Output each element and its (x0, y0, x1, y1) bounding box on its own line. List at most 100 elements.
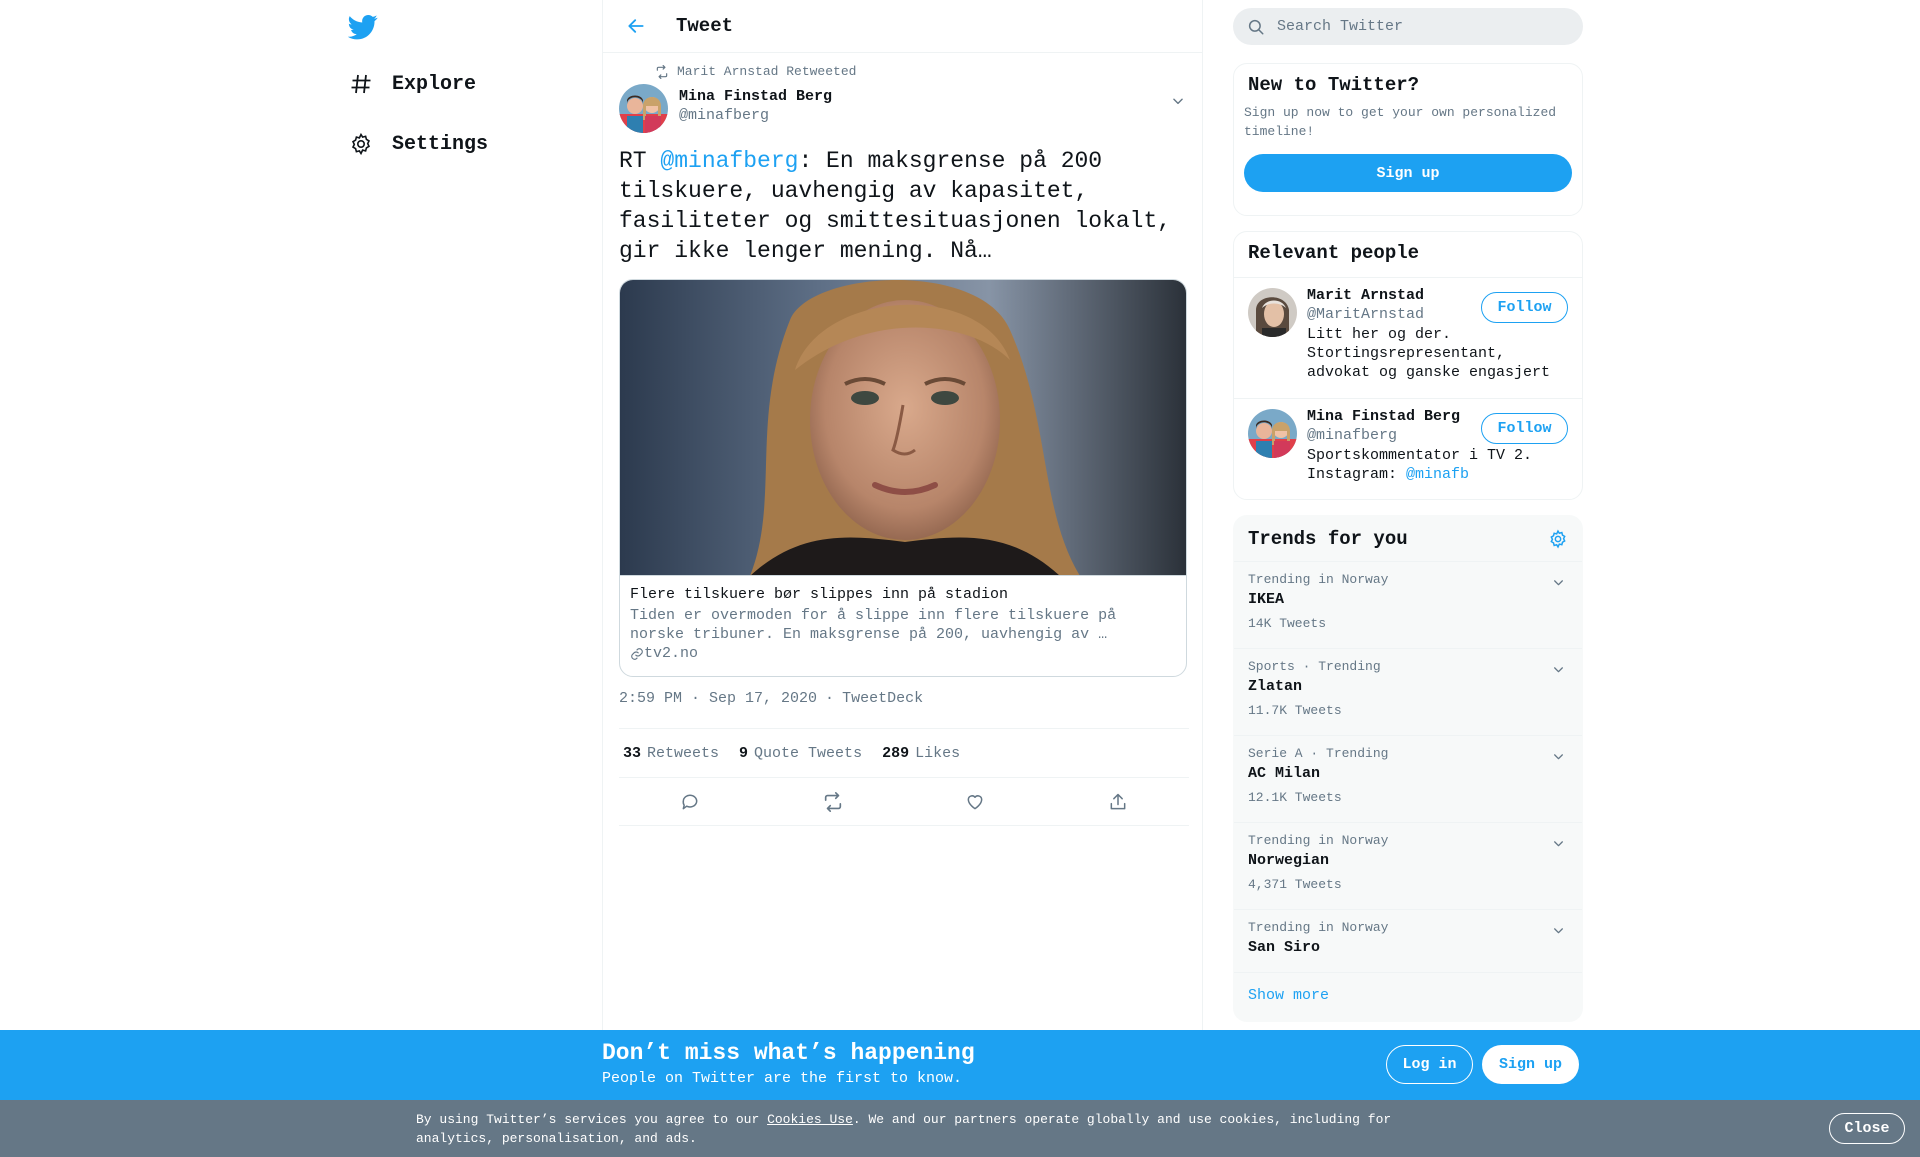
author-handle[interactable]: @minafberg (679, 107, 769, 124)
avatar[interactable] (1248, 288, 1297, 337)
retweet-icon (824, 791, 841, 812)
nav-label-explore: Explore (392, 72, 477, 96)
signup-button[interactable]: Sign up (1244, 154, 1572, 192)
tweet-meta: 2:59 PM · Sep 17, 2020 · TweetDeck (619, 690, 923, 707)
trends-header: Trends for you (1234, 516, 1582, 562)
trend-category: Sports · Trending (1248, 659, 1381, 674)
card-description: Tiden er overmoden for å slippe inn fler… (630, 607, 1117, 643)
link-card[interactable]: Flere tilskuere bør slippes inn på stadi… (619, 279, 1187, 677)
tweet-stats: 33 Retweets 9 Quote Tweets 289 Likes (619, 728, 1189, 778)
search-bar[interactable] (1233, 8, 1583, 45)
cookie-close-button[interactable]: Close (1829, 1113, 1905, 1144)
chevron-down-icon[interactable] (1548, 572, 1568, 592)
quote-tweets-stat[interactable]: 9 Quote Tweets (739, 745, 862, 762)
trend-item[interactable]: Sports · Trending Zlatan 11.7K Tweets (1234, 649, 1582, 736)
trend-count: 11.7K Tweets (1248, 703, 1342, 718)
banner-title: Don’t miss what’s happening (602, 1040, 975, 1066)
retweet-context[interactable]: Marit Arnstad Retweeted (655, 64, 856, 79)
person-name[interactable]: Marit Arnstad (1307, 287, 1424, 304)
tweet-author: Mina Finstad Berg @minafberg (619, 84, 1189, 134)
chevron-down-icon[interactable] (1548, 746, 1568, 766)
trend-name: Zlatan (1248, 678, 1303, 695)
card-body: Flere tilskuere bør slippes inn på stadi… (620, 576, 1186, 672)
trend-item[interactable]: Trending in Norway San Siro (1234, 910, 1582, 973)
tweet-timestamp-link[interactable]: 2:59 PM · Sep 17, 2020 (619, 690, 817, 707)
chevron-down-icon[interactable] (1548, 920, 1568, 940)
retweets-stat[interactable]: 33 Retweets (623, 745, 719, 762)
retweet-small-icon (656, 64, 668, 79)
tweet-text: RT @minafberg: En maksgrense på 200 tils… (619, 146, 1189, 266)
show-more-link[interactable]: Show more (1234, 973, 1582, 1018)
tweet-mention-link[interactable]: @minafberg (660, 148, 798, 174)
person-bio: Sportskommentator i TV 2. Instagram: @mi… (1307, 446, 1577, 484)
twitter-bird-icon[interactable] (347, 12, 378, 42)
tweet-actions (619, 778, 1189, 826)
person-handle[interactable]: @MaritArnstad (1307, 306, 1424, 323)
back-button[interactable] (618, 8, 654, 44)
likes-stat[interactable]: 289 Likes (882, 745, 960, 762)
tweet-source-link[interactable]: TweetDeck (842, 690, 923, 707)
trend-category: Trending in Norway (1248, 920, 1389, 935)
hashtag-icon (348, 71, 374, 97)
chevron-down-icon[interactable] (1548, 659, 1568, 679)
trend-item[interactable]: Trending in Norway Norwegian 4,371 Tweet… (1234, 823, 1582, 910)
trend-name: IKEA (1248, 591, 1285, 608)
reply-icon (682, 794, 698, 809)
follow-button[interactable]: Follow (1481, 413, 1568, 444)
arrow-left-icon (628, 19, 644, 33)
banner-subtitle: People on Twitter are the first to know. (602, 1070, 963, 1087)
cookie-text: By using Twitter’s services you agree to… (416, 1110, 1416, 1148)
cookie-banner: By using Twitter’s services you agree to… (0, 1100, 1920, 1157)
person-card[interactable]: Marit Arnstad @MaritArnstad Litt her og … (1234, 278, 1582, 399)
trends-box: Trends for you Trending in Norway IKEA 1… (1233, 515, 1583, 1022)
reply-button[interactable] (673, 785, 707, 819)
card-domain-text: tv2.no (644, 645, 699, 662)
avatar[interactable] (619, 84, 668, 133)
page-title: Tweet (676, 15, 734, 37)
cookies-use-link[interactable]: Cookies Use (767, 1112, 853, 1127)
trend-item[interactable]: Trending in Norway IKEA 14K Tweets (1234, 562, 1582, 649)
cookie-text-before: By using Twitter’s services you agree to… (416, 1112, 768, 1127)
trends-settings-button[interactable] (1548, 529, 1568, 549)
new-to-twitter-text: Sign up now to get your own personalized… (1244, 105, 1557, 139)
main-column: Tweet Marit Arnstad Retweeted Mina Finst… (602, 0, 1203, 1030)
person-bio: Litt her og der. Stortingsrepresentant, … (1307, 326, 1551, 381)
person-name[interactable]: Mina Finstad Berg (1307, 408, 1460, 425)
search-icon (1248, 19, 1264, 34)
avatar[interactable] (1248, 409, 1297, 458)
trend-count: 12.1K Tweets (1248, 790, 1342, 805)
like-button[interactable] (958, 785, 992, 819)
nav-item-explore[interactable]: Explore (348, 66, 476, 102)
search-input[interactable] (1277, 18, 1557, 35)
trend-count: 14K Tweets (1248, 616, 1327, 631)
relevant-people-title: Relevant people (1234, 232, 1582, 278)
author-name[interactable]: Mina Finstad Berg (679, 88, 832, 105)
trend-category: Serie A · Trending (1248, 746, 1389, 761)
person-card[interactable]: Mina Finstad Berg @minafberg Sportskomme… (1234, 399, 1582, 499)
follow-button[interactable]: Follow (1481, 292, 1568, 323)
left-nav: Explore Settings (340, 0, 602, 1030)
person-handle[interactable]: @minafberg (1307, 427, 1397, 444)
card-image (620, 280, 1186, 576)
link-icon (631, 647, 643, 660)
trend-category: Trending in Norway (1248, 833, 1389, 848)
trend-name: San Siro (1248, 939, 1321, 956)
signup-banner: Don’t miss what’s happening People on Tw… (0, 1030, 1920, 1100)
banner-signup-button[interactable]: Sign up (1482, 1045, 1579, 1084)
person-bio-mention-link[interactable]: @minafb (1406, 466, 1469, 483)
likes-label: Likes (915, 744, 961, 762)
new-to-twitter-box: New to Twitter? Sign up now to get your … (1233, 63, 1583, 216)
nav-item-settings[interactable]: Settings (348, 126, 488, 162)
card-title: Flere tilskuere bør slippes inn på stadi… (630, 586, 1009, 603)
tweet-menu-button[interactable] (1167, 90, 1189, 112)
login-button[interactable]: Log in (1386, 1045, 1473, 1084)
chevron-down-icon[interactable] (1548, 833, 1568, 853)
quotes-count: 9 (739, 744, 749, 762)
retweet-button[interactable] (816, 785, 850, 819)
gear-icon (1550, 529, 1566, 548)
relevant-people-box: Relevant people Marit Arnstad @MaritArns… (1233, 231, 1583, 500)
page-header: Tweet (603, 0, 1202, 53)
trend-item[interactable]: Serie A · Trending AC Milan 12.1K Tweets (1234, 736, 1582, 823)
trend-count: 4,371 Tweets (1248, 877, 1342, 892)
share-button[interactable] (1101, 785, 1135, 819)
